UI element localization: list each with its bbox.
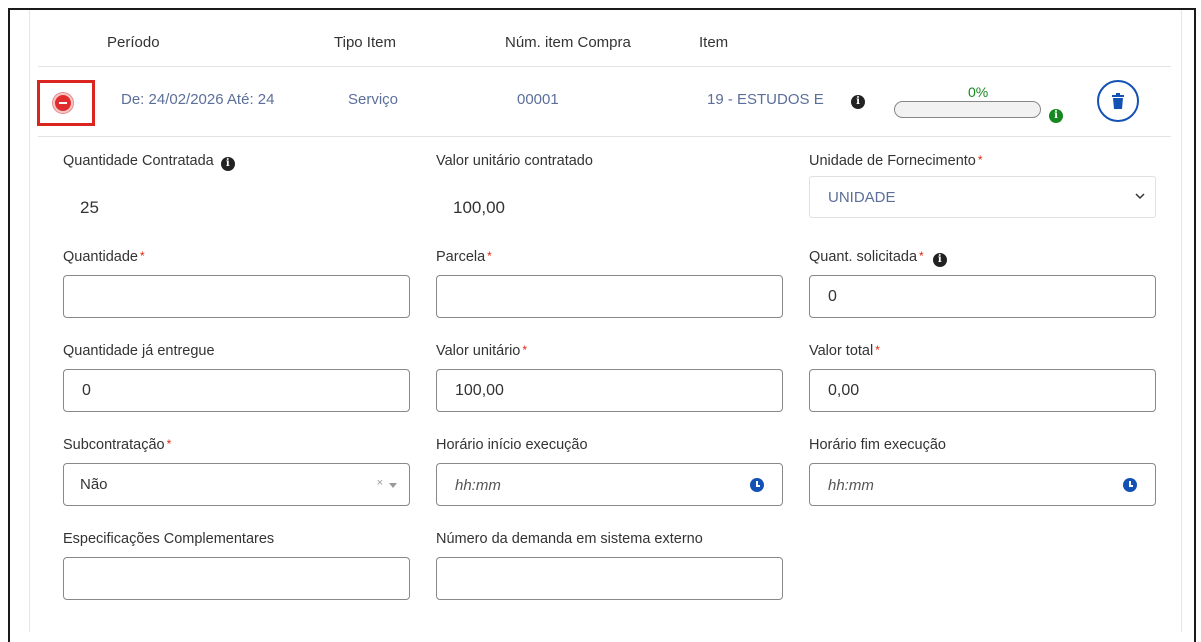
valor-unitario-input[interactable]: 100,00 — [436, 369, 783, 412]
valor-total-label: Valor total * — [809, 343, 880, 359]
quantidade-contratada-value: 25 — [80, 198, 99, 217]
horario-fim-label: Horário fim execução — [809, 437, 946, 453]
column-header-num-item-compra: Núm. item Compra — [505, 34, 631, 51]
required-mark: * — [139, 249, 145, 263]
row-divider — [38, 136, 1171, 137]
valor-total-input[interactable]: 0,00 — [809, 369, 1156, 412]
clear-selection-icon[interactable]: × — [377, 477, 383, 489]
numero-demanda-label: Número da demanda em sistema externo — [436, 531, 703, 547]
quant-solicitada-input-value: 0 — [828, 288, 837, 305]
panel-left-border — [29, 10, 30, 632]
required-mark: * — [487, 249, 492, 263]
valor-unitario-contratado-label: Valor unitário contratado — [436, 153, 593, 169]
valor-unitario-label: Valor unitário * — [436, 343, 527, 359]
progress-bar — [894, 101, 1041, 118]
parcela-label-text: Parcela — [436, 249, 486, 265]
quantidade-input[interactable] — [63, 275, 410, 318]
valor-total-value: 0,00 — [828, 382, 860, 399]
quantidade-contratada-label: Quantidade Contratada i — [63, 153, 235, 171]
row-item: 19 - ESTUDOS E — [707, 91, 824, 108]
valor-unitario-value: 100,00 — [455, 382, 504, 399]
clock-icon[interactable] — [750, 478, 764, 492]
subcontratacao-selected: Não — [80, 476, 108, 493]
parcela-input[interactable] — [436, 275, 783, 318]
horario-inicio-input[interactable]: hh:mm — [436, 463, 783, 506]
clock-icon[interactable] — [1123, 478, 1137, 492]
valor-unitario-label-text: Valor unitário — [436, 343, 521, 359]
trash-icon — [1112, 93, 1124, 109]
quant-solicitada-label-text: Quant. solicitada — [809, 249, 918, 265]
row-tipo-item: Serviço — [348, 91, 399, 108]
valor-unitario-contratado-value: 100,00 — [453, 198, 505, 217]
unidade-fornecimento-label: Unidade de Fornecimento * — [809, 153, 983, 169]
info-icon[interactable]: i — [220, 157, 235, 171]
header-divider — [38, 66, 1171, 67]
quant-solicitada-label: Quant. solicitada * i — [809, 249, 947, 267]
item-info-icon[interactable]: i — [851, 95, 865, 109]
quantidade-ja-entregue-input[interactable]: 0 — [63, 369, 410, 412]
panel-right-border — [1181, 10, 1182, 632]
caret-down-icon[interactable] — [389, 483, 397, 488]
collapse-row-button[interactable] — [53, 93, 73, 113]
column-header-tipo-item: Tipo Item — [334, 34, 396, 51]
progress-info-icon[interactable]: i — [1049, 109, 1063, 123]
required-mark: * — [522, 343, 528, 357]
valor-total-label-text: Valor total — [809, 343, 874, 359]
parcela-label: Parcela * — [436, 249, 492, 265]
unidade-fornecimento-select[interactable]: UNIDADE — [809, 176, 1156, 218]
horario-inicio-label: Horário início execução — [436, 437, 588, 453]
required-mark: * — [875, 343, 880, 357]
quant-solicitada-input[interactable]: 0 — [809, 275, 1156, 318]
subcontratacao-label: Subcontratação * — [63, 437, 171, 453]
required-mark: * — [977, 153, 983, 167]
column-header-periodo: Período — [107, 34, 160, 51]
quantidade-label: Quantidade * — [63, 249, 145, 265]
unidade-fornecimento-label-text: Unidade de Fornecimento — [809, 153, 976, 169]
unidade-fornecimento-selected: UNIDADE — [828, 189, 896, 206]
row-num-item-compra: 00001 — [517, 91, 559, 108]
horario-inicio-placeholder: hh:mm — [455, 477, 501, 494]
subcontratacao-select[interactable]: Não × — [63, 463, 410, 506]
delete-item-button[interactable] — [1097, 80, 1139, 122]
chevron-down-icon — [1135, 193, 1145, 200]
especificacoes-input[interactable] — [63, 557, 410, 600]
horario-fim-input[interactable]: hh:mm — [809, 463, 1156, 506]
column-header-item: Item — [699, 34, 729, 51]
quantidade-ja-entregue-label: Quantidade já entregue — [63, 343, 215, 359]
quantidade-label-text: Quantidade — [63, 249, 138, 265]
required-mark: * — [919, 249, 924, 263]
numero-demanda-input[interactable] — [436, 557, 783, 600]
quantidade-ja-entregue-value: 0 — [82, 382, 91, 399]
row-periodo: De: 24/02/2026 Até: 24 — [121, 91, 275, 108]
required-mark: * — [166, 437, 172, 451]
horario-fim-placeholder: hh:mm — [828, 477, 874, 494]
quantidade-contratada-label-text: Quantidade Contratada — [63, 153, 214, 169]
subcontratacao-label-text: Subcontratação — [63, 437, 165, 453]
especificacoes-label: Especificações Complementares — [63, 531, 275, 547]
info-icon[interactable]: i — [932, 253, 947, 267]
progress-percent: 0% — [968, 84, 989, 100]
